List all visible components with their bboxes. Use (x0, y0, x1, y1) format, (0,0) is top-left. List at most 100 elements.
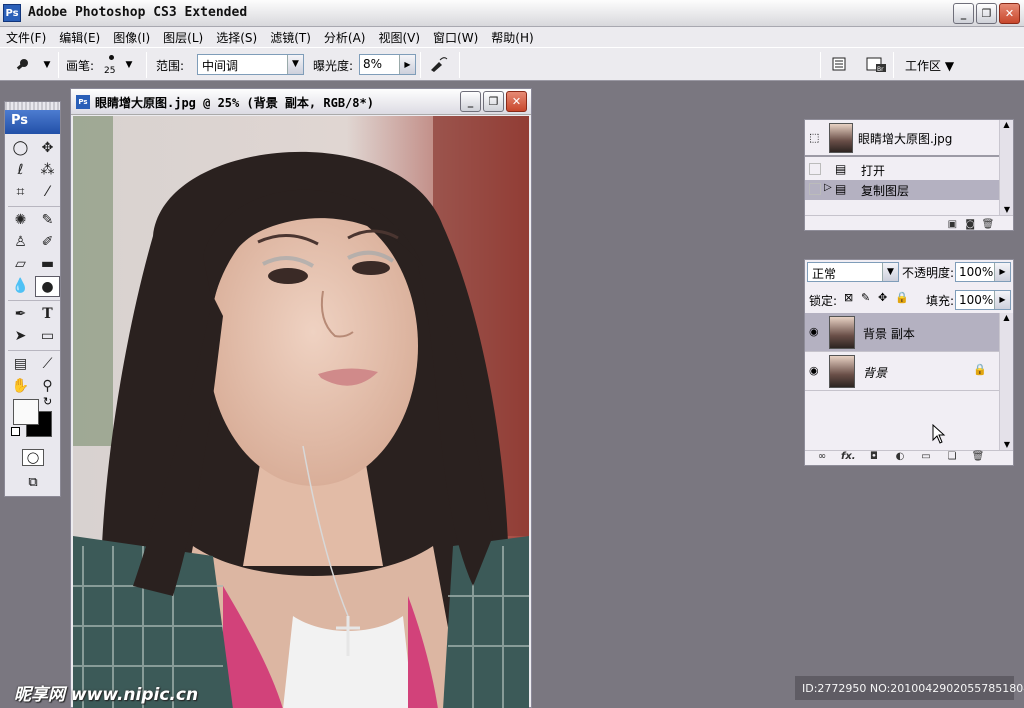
slice-tool-icon[interactable]: ⁄ (35, 182, 60, 203)
new-snapshot-icon[interactable]: ◙ (963, 219, 977, 231)
scroll-down-icon[interactable]: ▼ (1000, 205, 1014, 214)
layer-lock-icon: 🔒 (973, 363, 987, 376)
lock-all-icon[interactable]: 🔒 (895, 291, 909, 304)
menu-edit[interactable]: 编辑(E) (59, 29, 100, 46)
separator (893, 52, 894, 78)
menu-view[interactable]: 视图(V) (378, 29, 420, 46)
workspace-menu[interactable]: 工作区 ▼ (905, 57, 954, 74)
minimize-button[interactable]: _ (953, 3, 974, 24)
document-title-bar[interactable]: Ps 眼睛增大原图.jpg @ 25% (背景 副本, RGB/8*) _ ❐ … (71, 89, 531, 115)
gradient-tool-icon[interactable]: ▬ (35, 254, 60, 275)
sponge-tool-icon[interactable]: ● (35, 276, 60, 297)
menu-image[interactable]: 图像(I) (113, 29, 150, 46)
eye-icon[interactable]: ◉ (809, 364, 819, 377)
fx-icon[interactable]: fx. (841, 451, 856, 463)
layer-row[interactable]: ◉ 背景 🔒 (805, 352, 999, 391)
adjustment-icon[interactable]: ◐ (893, 451, 907, 463)
close-button[interactable]: ✕ (999, 3, 1020, 24)
fill-value: 100% (959, 293, 994, 307)
opacity-label: 不透明度: (902, 266, 955, 280)
healing-brush-tool-icon[interactable]: ✺ (8, 210, 33, 231)
new-layer-icon[interactable]: ❏ (945, 451, 959, 463)
hand-tool-icon[interactable]: ✋ (8, 376, 33, 397)
history-source-checkbox[interactable] (809, 183, 821, 195)
fill-input[interactable]: 100% ▶ (955, 290, 1011, 310)
brush-tool-icon[interactable]: ✎ (35, 210, 60, 231)
exposure-input[interactable]: 8% ▶ (359, 54, 416, 75)
lock-position-icon[interactable]: ✥ (878, 291, 887, 304)
screen-mode-icon[interactable]: ⧉ (22, 474, 44, 491)
menu-layer[interactable]: 图层(L) (163, 29, 203, 46)
history-snapshot[interactable]: ⬚ 眼睛增大原图.jpg (805, 120, 999, 157)
brush-dropdown-arrow-icon[interactable]: ▼ (120, 56, 138, 74)
clone-stamp-tool-icon[interactable]: ♙ (8, 232, 33, 253)
sponge-tool-preset-icon[interactable] (14, 56, 32, 74)
range-select[interactable]: 中间调 ▼ (197, 54, 304, 75)
brush-preview[interactable]: 25 (102, 52, 120, 78)
move-tool-icon[interactable]: ✥ (35, 138, 60, 159)
type-tool-icon[interactable]: T (35, 304, 60, 325)
mask-icon[interactable]: ◘ (867, 451, 881, 463)
magic-wand-tool-icon[interactable]: ⁂ (35, 160, 60, 181)
slider-arrow-icon[interactable]: ▶ (994, 291, 1010, 309)
scroll-up-icon[interactable]: ▲ (1000, 313, 1013, 322)
menu-help[interactable]: 帮助(H) (491, 29, 533, 46)
quick-mask-icon[interactable]: ◯ (22, 449, 44, 466)
marquee-tool-icon[interactable]: ◯ (8, 138, 33, 159)
swap-colors-icon[interactable]: ↻ (43, 395, 52, 408)
separator (8, 206, 60, 207)
menu-window[interactable]: 窗口(W) (433, 29, 478, 46)
doc-minimize-button[interactable]: _ (460, 91, 481, 112)
bridge-icon[interactable]: Br (864, 56, 888, 74)
blend-mode-select[interactable]: 正常 ▼ (807, 262, 899, 282)
eye-icon[interactable]: ◉ (809, 325, 819, 338)
window-controls: _ ❐ ✕ (953, 3, 1020, 24)
palette-well-icon[interactable] (830, 56, 848, 74)
shape-tool-icon[interactable]: ▭ (35, 326, 60, 347)
range-value: 中间调 (202, 59, 239, 73)
history-doc-icon: ▤ (835, 182, 847, 196)
doc-close-button[interactable]: ✕ (506, 91, 527, 112)
path-selection-tool-icon[interactable]: ➤ (8, 326, 33, 347)
lasso-tool-icon[interactable]: ℓ (8, 160, 33, 181)
layer-row-selected[interactable]: ◉ 背景 副本 (805, 313, 999, 352)
slider-arrow-icon[interactable]: ▶ (994, 263, 1010, 281)
restore-button[interactable]: ❐ (976, 3, 997, 24)
history-item[interactable]: ▤ 打开 (805, 160, 999, 180)
menu-file[interactable]: 文件(F) (6, 29, 46, 46)
crop-tool-icon[interactable]: ⌗ (8, 182, 33, 203)
pen-tool-icon[interactable]: ✒ (8, 304, 33, 325)
history-brush-tool-icon[interactable]: ✐ (35, 232, 60, 253)
trash-icon[interactable]: 🗑 (971, 451, 985, 463)
tools-grip[interactable] (5, 102, 60, 110)
notes-tool-icon[interactable]: ▤ (8, 354, 33, 375)
scroll-up-icon[interactable]: ▲ (1000, 120, 1013, 129)
link-icon[interactable]: ∞ (815, 451, 829, 463)
lock-image-icon[interactable]: ✎ (861, 291, 870, 304)
new-document-from-state-icon[interactable]: ▣ (945, 219, 959, 231)
history-scrollbar[interactable]: ▲ ▼ (999, 120, 1013, 216)
slider-arrow-icon[interactable]: ▶ (399, 55, 415, 74)
airbrush-icon[interactable] (429, 55, 448, 73)
default-colors-icon[interactable] (11, 427, 20, 436)
zoom-tool-icon[interactable]: ⚲ (35, 376, 60, 397)
image-canvas[interactable] (73, 116, 529, 708)
menu-analysis[interactable]: 分析(A) (324, 29, 366, 46)
menu-filter[interactable]: 滤镜(T) (270, 29, 311, 46)
eyedropper-tool-icon[interactable]: ⟋ (35, 354, 60, 375)
trash-icon[interactable]: 🗑 (981, 219, 995, 231)
foreground-color-swatch[interactable] (13, 399, 39, 425)
preset-dropdown-arrow-icon[interactable]: ▼ (38, 56, 56, 74)
history-item-selected[interactable]: ▷ ▤ 复制图层 (805, 180, 999, 200)
menu-select[interactable]: 选择(S) (216, 29, 257, 46)
eraser-tool-icon[interactable]: ▱ (8, 254, 33, 275)
group-icon[interactable]: ▭ (919, 451, 933, 463)
opacity-input[interactable]: 100% ▶ (955, 262, 1011, 282)
layers-scrollbar[interactable]: ▲ ▼ (999, 313, 1013, 451)
tools-header: Ps (5, 110, 60, 134)
doc-maximize-button[interactable]: ❐ (483, 91, 504, 112)
history-source-checkbox[interactable] (809, 163, 821, 175)
lock-transparent-icon[interactable]: ⊠ (844, 291, 853, 304)
scroll-down-icon[interactable]: ▼ (1000, 440, 1014, 449)
blur-tool-icon[interactable]: 💧 (8, 276, 33, 297)
